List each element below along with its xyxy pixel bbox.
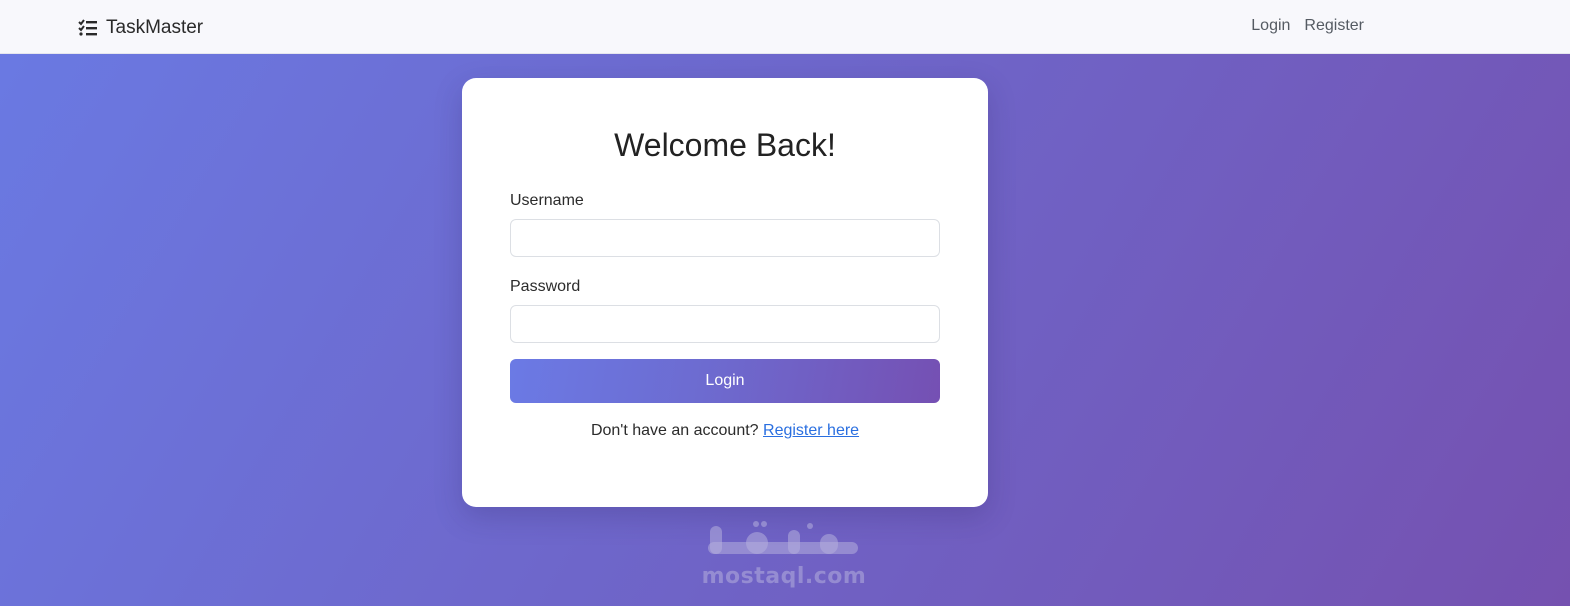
nav-register-link[interactable]: Register — [1304, 17, 1364, 35]
register-prompt-line: Don't have an account? Register here — [462, 422, 988, 440]
list-check-icon — [78, 19, 97, 36]
login-button[interactable]: Login — [510, 359, 940, 403]
brand-name: TaskMaster — [106, 17, 204, 38]
watermark-text: mostaql.com — [701, 564, 867, 589]
password-label: Password — [510, 278, 581, 295]
nav-links: Login Register — [1251, 17, 1364, 35]
password-input[interactable] — [510, 305, 940, 343]
nav-login-link[interactable]: Login — [1251, 17, 1290, 35]
watermark: mostaql.com — [696, 518, 872, 598]
register-prompt-text: Don't have an account? — [590, 422, 759, 439]
username-input[interactable] — [510, 219, 940, 257]
register-here-link[interactable]: Register here — [763, 422, 859, 439]
navbar: TaskMaster Login Register — [0, 0, 1570, 54]
login-card: Welcome Back! Username Password Login Do… — [462, 78, 988, 507]
username-label: Username — [510, 192, 584, 209]
watermark-logo — [696, 518, 872, 562]
page-title: Welcome Back! — [614, 127, 836, 163]
brand-link[interactable]: TaskMaster — [78, 16, 203, 40]
